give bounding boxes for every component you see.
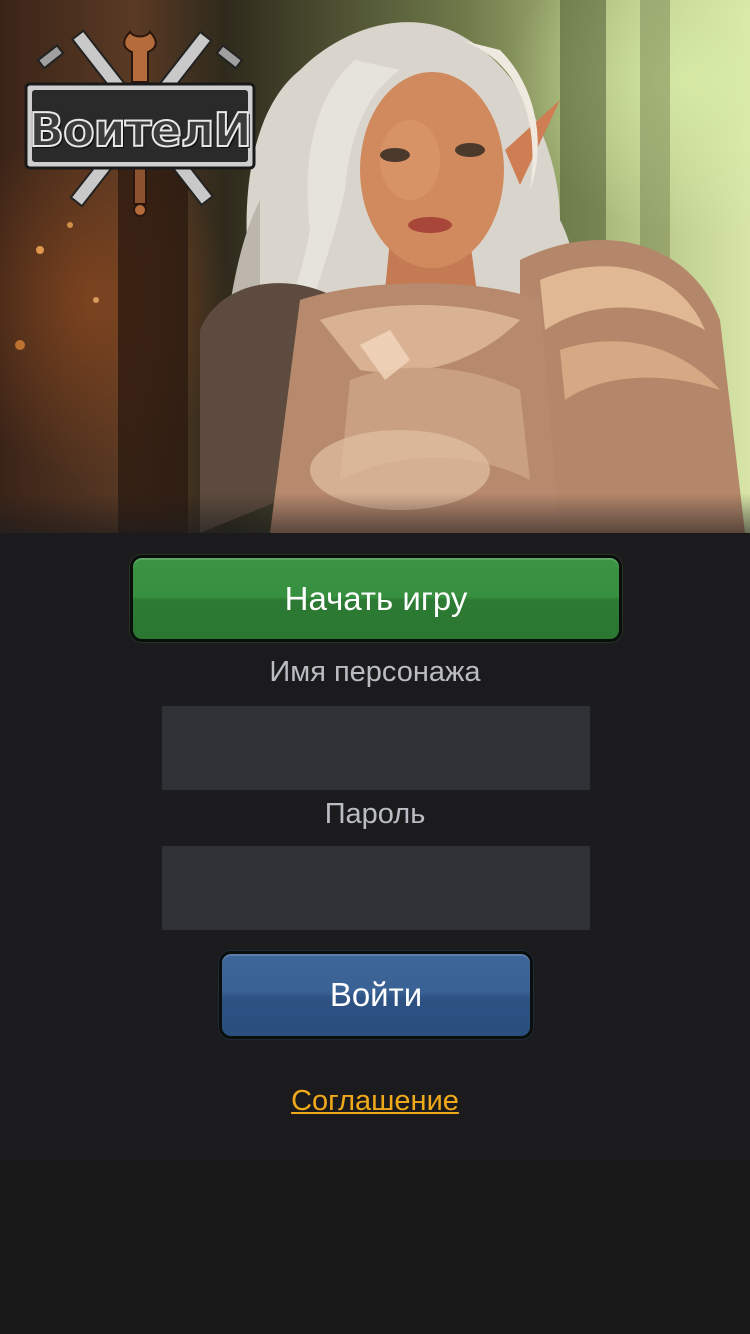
hero-artwork: ВоителИ bbox=[0, 0, 750, 533]
game-logo: ВоителИ bbox=[22, 22, 258, 218]
agreement-link[interactable]: Соглашение bbox=[0, 1085, 750, 1118]
password-input[interactable] bbox=[162, 846, 590, 930]
footer-area bbox=[0, 1160, 750, 1334]
hero-fade bbox=[0, 493, 750, 533]
login-button[interactable]: Войти bbox=[219, 951, 533, 1039]
start-game-button[interactable]: Начать игру bbox=[130, 555, 622, 642]
password-label: Пароль bbox=[324, 798, 426, 830]
character-name-input[interactable] bbox=[162, 706, 590, 790]
logo-text: ВоителИ bbox=[28, 102, 253, 158]
character-name-label: Имя персонажа bbox=[269, 656, 481, 688]
